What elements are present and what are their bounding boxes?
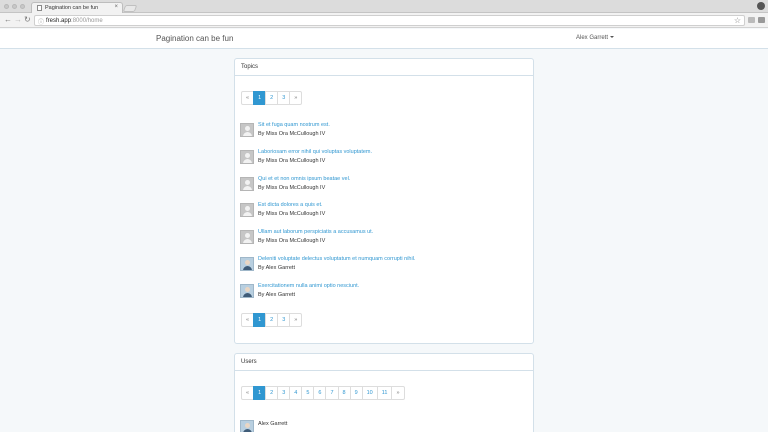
users-panel-heading: Users [235, 354, 533, 371]
browser-toolbar: ← → ↻ ⓘ fresh.app:8000/home ☆ [0, 13, 768, 28]
forward-icon[interactable]: → [14, 16, 22, 24]
caret-down-icon [610, 36, 615, 39]
avatar [240, 283, 254, 298]
topic-list-item: Sit et fuga quam nostrum est. By Miss Ora… [240, 120, 530, 142]
topic-list-item: Est dicta dolores a quis et. By Miss Ora … [240, 200, 530, 222]
window-minimize-dot[interactable] [12, 4, 17, 9]
tab-title: Pagination can be fun [45, 5, 99, 11]
page-favicon-icon [37, 5, 42, 11]
topic-title-link[interactable]: Est dicta dolores a quis et. [258, 202, 323, 208]
topic-author: By Miss Ora McCullough IV [258, 157, 326, 164]
topic-list-item: Exercitationem nulla animi optio nesciun… [240, 281, 530, 303]
topic-title-link[interactable]: Qui et et non omnis ipsum beatae vel. [258, 176, 350, 182]
new-tab-button[interactable] [122, 5, 138, 12]
topic-author: By Alex Garrett [258, 265, 295, 271]
reload-icon[interactable]: ↻ [24, 16, 31, 24]
topic-title-link[interactable]: Laboriosam error nihil qui voluptas volu… [258, 149, 372, 155]
topic-author: By Miss Ora McCullough IV [258, 238, 326, 245]
browser-tabstrip: Pagination can be fun × [0, 0, 768, 13]
topic-title-link[interactable]: Exercitationem nulla animi optio nesciun… [258, 283, 359, 289]
topic-list-item: Ullam aut laborum perspiciatis a accusam… [240, 227, 530, 249]
back-icon[interactable]: ← [4, 16, 12, 24]
topic-list-item: Deleniti voluptate delectus voluptatum e… [240, 254, 530, 276]
avatar [240, 203, 254, 218]
avatar [240, 176, 254, 191]
avatar [240, 257, 254, 271]
topic-author: By Miss Ora McCullough IV [258, 184, 326, 191]
avatar [240, 123, 254, 137]
topic-list-item: Qui et et non omnis ipsum beatae vel. By … [240, 174, 530, 196]
topics-pagination-next-button[interactable]: » [289, 313, 303, 327]
menu-icon[interactable] [758, 17, 765, 23]
app-brand[interactable]: Pagination can be fun [156, 34, 233, 43]
browser-tab[interactable]: Pagination can be fun × [31, 2, 123, 13]
topic-title-link[interactable]: Ullam aut laborum perspiciatis a accusam… [258, 229, 373, 235]
avatar [240, 230, 254, 245]
bookmark-star-icon[interactable]: ☆ [734, 16, 741, 25]
topics-pagination-next-button[interactable]: » [289, 91, 303, 105]
topic-author: By Miss Ora McCullough IV [258, 131, 326, 137]
window-close-dot[interactable] [4, 4, 9, 9]
users-pagination: «1 2 3 4 5 6 7 8 9 10 11» [241, 386, 405, 400]
user-list-item: Alex Garrett [240, 417, 530, 432]
address-url[interactable]: fresh.app:8000/home [46, 18, 103, 24]
browser-profile-icon[interactable] [757, 2, 765, 10]
users-pagination-next-button[interactable]: » [391, 386, 405, 400]
avatar [240, 149, 254, 164]
page-info-icon[interactable]: ⓘ [38, 17, 44, 26]
topics-pagination-top: «1 2 3» [241, 91, 303, 105]
topics-pagination-bottom: «1 2 3» [241, 313, 303, 327]
user-name: Alex Garrett [258, 421, 288, 427]
address-bar[interactable]: ⓘ fresh.app:8000/home ☆ [34, 15, 745, 26]
app-navbar: Pagination can be fun Alex Garrett [0, 29, 768, 49]
users-pagination-page-button[interactable]: 10 [361, 386, 378, 400]
topic-list-item: Laboriosam error nihil qui voluptas volu… [240, 147, 530, 169]
user-dropdown[interactable]: Alex Garrett [576, 35, 615, 41]
topic-author: By Alex Garrett [258, 291, 295, 298]
user-dropdown-label: Alex Garrett [576, 35, 609, 41]
avatar [240, 420, 254, 432]
window-zoom-dot[interactable] [20, 4, 25, 9]
topic-title-link[interactable]: Deleniti voluptate delectus voluptatum e… [258, 256, 415, 262]
users-panel: Users «1 2 3 4 5 6 7 8 9 10 11» Alex Garrett [234, 353, 534, 432]
topics-panel: Topics «1 2 3» Sit et fuga quam nostrum es… [234, 58, 534, 344]
tab-close-icon[interactable]: × [114, 4, 118, 10]
topic-author: By Miss Ora McCullough IV [258, 211, 326, 218]
topics-panel-heading: Topics [235, 59, 533, 76]
topic-title-link[interactable]: Sit et fuga quam nostrum est. [258, 122, 330, 128]
users-pagination-page-button[interactable]: 11 [376, 386, 393, 400]
extension-icon[interactable] [748, 17, 755, 23]
